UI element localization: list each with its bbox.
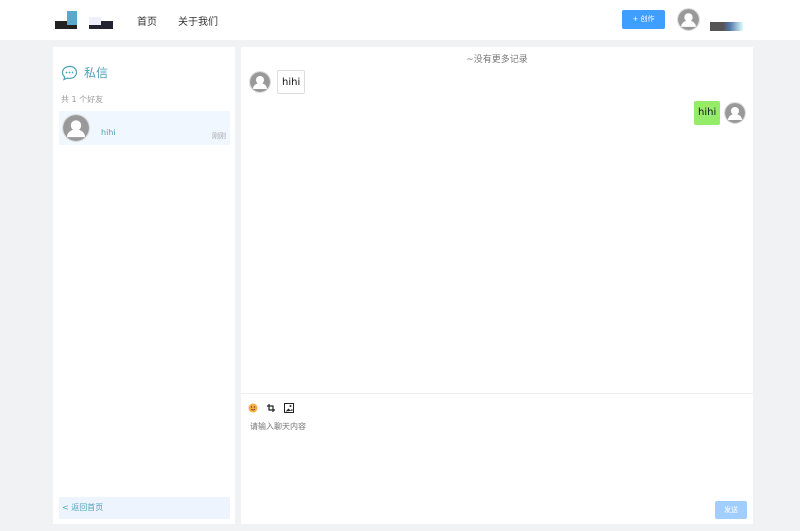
site-logo[interactable] — [55, 9, 115, 31]
user-avatar[interactable] — [677, 8, 700, 31]
user-icon — [63, 115, 89, 141]
user-icon — [250, 72, 270, 92]
username-blurred[interactable] — [710, 22, 743, 31]
input-divider — [241, 393, 753, 394]
message-incoming: hihi — [277, 70, 306, 94]
friend-name: hihi — [101, 128, 116, 137]
input-toolbar — [248, 403, 294, 413]
send-button[interactable]: 发送 — [715, 501, 747, 519]
nav-about[interactable]: 关于我们 — [178, 13, 218, 28]
top-header: 首页 关于我们 + 创作 — [0, 0, 800, 40]
other-avatar — [249, 71, 271, 93]
message-outgoing: hihi — [694, 101, 721, 125]
nav-home[interactable]: 首页 — [137, 13, 157, 28]
create-button[interactable]: + 创作 — [622, 10, 665, 29]
chat-bubble-icon — [61, 65, 78, 81]
emoji-icon[interactable] — [248, 403, 258, 413]
friend-avatar — [62, 114, 90, 142]
crop-icon[interactable] — [266, 403, 276, 413]
panel-title-text: 私信 — [84, 66, 109, 80]
no-more-records: ~没有更多记录 — [466, 55, 528, 65]
panel-title: 私信 — [61, 64, 108, 81]
friends-panel: 私信 共 1 个好友 hihi 刚刚 < 返回首页 — [53, 47, 235, 524]
image-icon[interactable] — [284, 403, 294, 413]
friend-item[interactable]: hihi 刚刚 — [59, 111, 230, 145]
chat-input[interactable] — [250, 422, 740, 431]
friend-time: 刚刚 — [212, 132, 226, 140]
back-home-link[interactable]: < 返回首页 — [59, 497, 230, 519]
user-icon — [725, 103, 745, 123]
chat-panel: ~没有更多记录 hihi hihi 发送 — [241, 47, 753, 524]
my-avatar — [724, 102, 746, 124]
friend-count: 共 1 个好友 — [61, 95, 104, 104]
user-icon — [678, 9, 699, 30]
